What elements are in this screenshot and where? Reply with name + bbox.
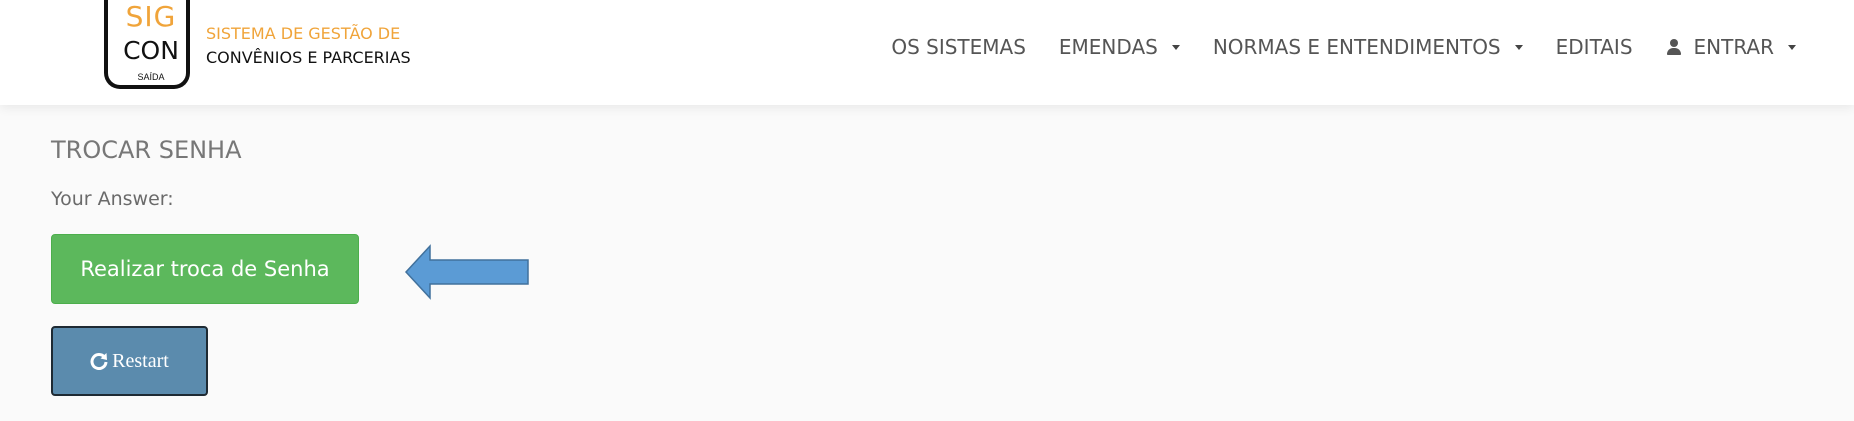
- user-icon: [1666, 38, 1682, 56]
- left-arrow-icon: [404, 244, 529, 300]
- logo-saida-text: SAÍDA: [137, 72, 165, 82]
- nav-normas-label: NORMAS E ENTENDIMENTOS: [1212, 35, 1501, 59]
- nav-entrar[interactable]: ENTRAR: [1666, 35, 1796, 59]
- answer-label: Your Answer:: [51, 188, 174, 210]
- nav-editais-label: EDITAIS: [1555, 35, 1633, 59]
- page-title: TROCAR SENHA: [51, 136, 242, 164]
- logo-subtitle-line2: CONVÊNIOS E PARCERIAS: [206, 48, 411, 67]
- refresh-icon: [90, 353, 108, 370]
- nav-entrar-label: ENTRAR: [1693, 35, 1774, 59]
- nav-os-sistemas[interactable]: OS SISTEMAS: [891, 35, 1026, 59]
- nav-emendas-label: EMENDAS: [1058, 35, 1158, 59]
- logo-subtitle-line1: SISTEMA DE GESTÃO DE: [206, 24, 401, 43]
- main-nav: OS SISTEMAS EMENDAS NORMAS E ENTENDIMENT…: [891, 30, 1796, 64]
- realizar-troca-senha-label: Realizar troca de Senha: [80, 257, 330, 281]
- restart-label: Restart: [112, 349, 169, 372]
- caret-down-icon: [1514, 44, 1523, 50]
- caret-down-icon: [1171, 44, 1180, 50]
- logo-sig-text: SIG: [125, 0, 177, 33]
- logo-frame: SIG CON SAÍDA: [104, 0, 190, 89]
- nav-normas-entendimentos[interactable]: NORMAS E ENTENDIMENTOS: [1213, 35, 1523, 59]
- nav-os-sistemas-label: OS SISTEMAS: [891, 35, 1026, 59]
- logo-con-text: CON: [123, 36, 179, 65]
- restart-button[interactable]: Restart: [51, 326, 208, 396]
- top-navbar: SIG CON SAÍDA SISTEMA DE GESTÃO DE CONVÊ…: [0, 0, 1854, 105]
- nav-emendas[interactable]: EMENDAS: [1059, 35, 1180, 59]
- nav-editais[interactable]: EDITAIS: [1556, 35, 1633, 59]
- caret-down-icon: [1788, 44, 1796, 50]
- sigcon-logo[interactable]: SIG CON SAÍDA SISTEMA DE GESTÃO DE CONVÊ…: [104, 0, 424, 95]
- page: SIG CON SAÍDA SISTEMA DE GESTÃO DE CONVÊ…: [0, 0, 1854, 421]
- realizar-troca-senha-button[interactable]: Realizar troca de Senha: [51, 234, 359, 304]
